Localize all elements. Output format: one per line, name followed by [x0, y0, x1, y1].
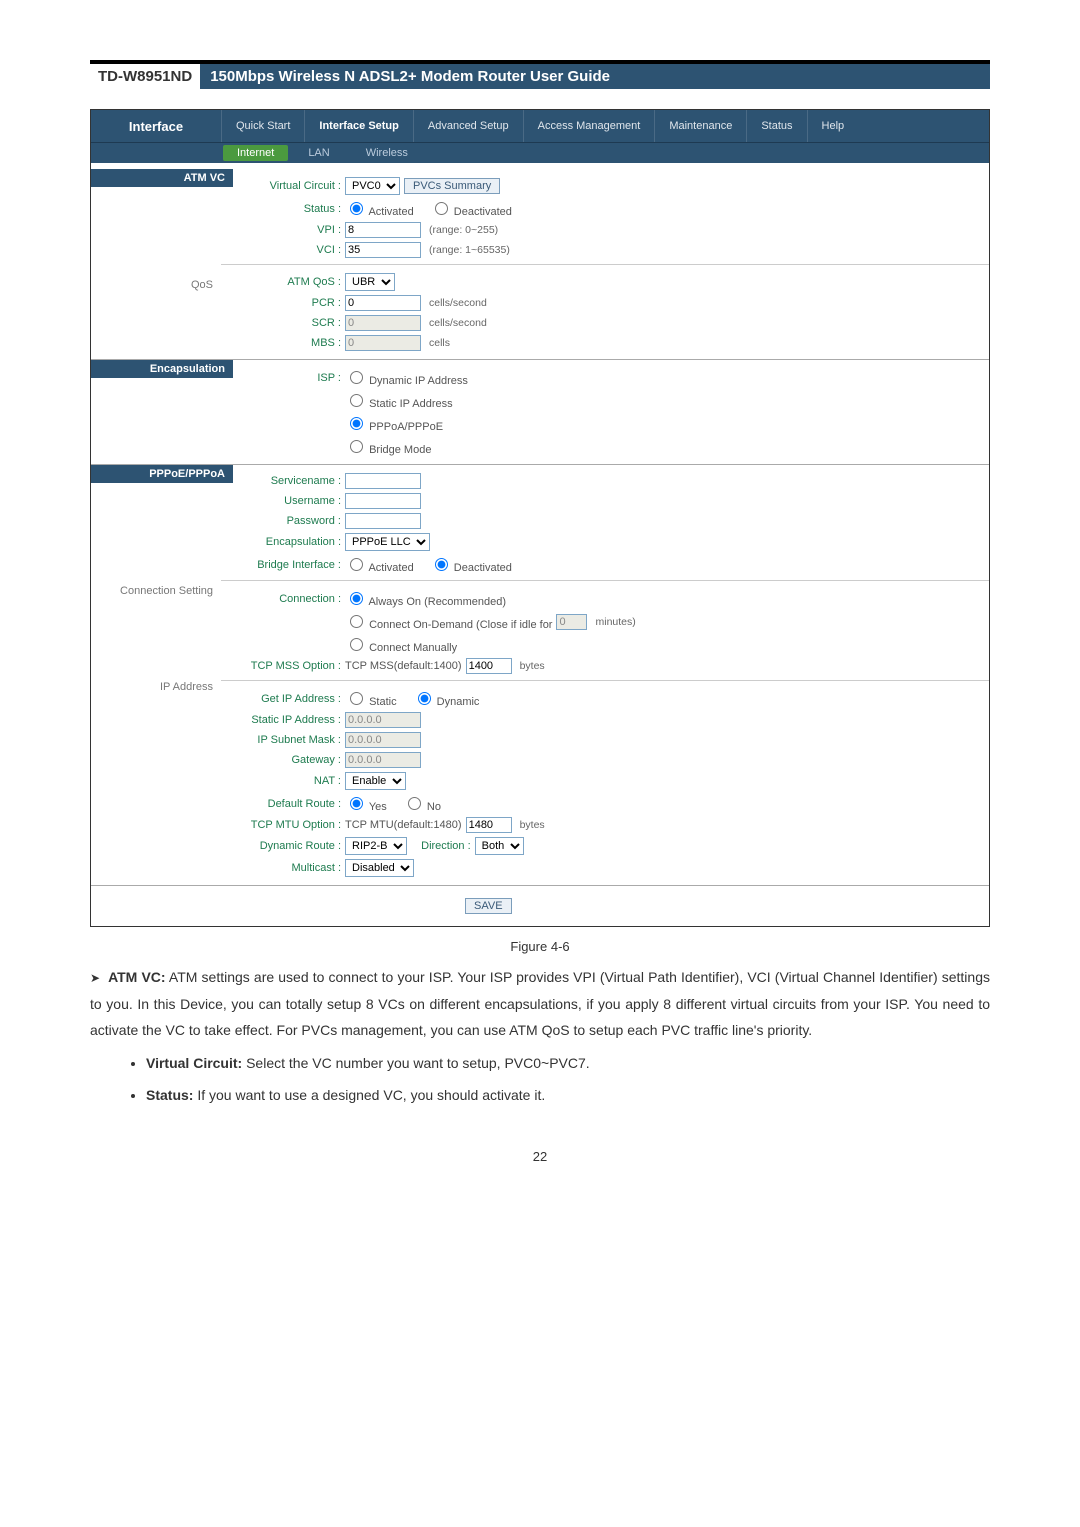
- sub-nav: Internet LAN Wireless: [91, 142, 989, 163]
- section-atm-vc: ATM VC: [91, 169, 233, 187]
- pcr-label: PCR :: [221, 297, 345, 309]
- bullet-status: Status: If you want to use a designed VC…: [146, 1082, 990, 1109]
- subnet-label: IP Subnet Mask :: [221, 734, 345, 746]
- doc-header: TD-W8951ND 150Mbps Wireless N ADSL2+ Mod…: [90, 60, 990, 89]
- isp-bridge-radio[interactable]: Bridge Mode: [345, 437, 431, 456]
- doc-body-text: ATM VC: ATM settings are used to connect…: [90, 964, 990, 1109]
- direction-select[interactable]: Both: [475, 837, 524, 855]
- username-label: Username :: [221, 495, 345, 507]
- droute-yes-radio[interactable]: Yes: [345, 794, 387, 813]
- nav-quick-start[interactable]: Quick Start: [222, 110, 305, 142]
- bullet-virtual-circuit: Virtual Circuit: Select the VC number yo…: [146, 1050, 990, 1077]
- vc-label: Virtual Circuit :: [221, 180, 345, 192]
- droute-label: Default Route :: [221, 798, 345, 810]
- isp-dynamic-radio[interactable]: Dynamic IP Address: [345, 368, 468, 387]
- conn-always-radio[interactable]: Always On (Recommended): [345, 589, 506, 608]
- encapsulation-label: Encapsulation :: [221, 536, 345, 548]
- status-label: Status :: [221, 203, 345, 215]
- subnav-wireless[interactable]: Wireless: [348, 143, 426, 163]
- nat-label: NAT :: [221, 775, 345, 787]
- bridge-activated-radio[interactable]: Activated: [345, 555, 414, 574]
- servicename-label: Servicename :: [221, 475, 345, 487]
- nav-status[interactable]: Status: [747, 110, 807, 142]
- page-number: 22: [90, 1149, 990, 1164]
- doc-title: 150Mbps Wireless N ADSL2+ Modem Router U…: [200, 64, 990, 89]
- username-input[interactable]: [345, 493, 421, 509]
- status-activated-radio[interactable]: Activated: [345, 199, 414, 218]
- droute-no-radio[interactable]: No: [403, 794, 441, 813]
- multicast-label: Multicast :: [221, 862, 345, 874]
- subnav-internet[interactable]: Internet: [223, 145, 288, 161]
- staticip-input: [345, 712, 421, 728]
- bridge-deactivated-radio[interactable]: Deactivated: [430, 555, 512, 574]
- bridge-if-label: Bridge Interface :: [221, 559, 345, 571]
- section-encapsulation: Encapsulation: [91, 360, 233, 378]
- conn-manual-radio[interactable]: Connect Manually: [345, 635, 457, 654]
- mbs-label: MBS :: [221, 337, 345, 349]
- getip-label: Get IP Address :: [221, 693, 345, 705]
- subnav-lan[interactable]: LAN: [290, 143, 347, 163]
- atmqos-select[interactable]: UBR: [345, 273, 395, 291]
- side-conn: Connection Setting: [91, 583, 221, 599]
- conn-demand-radio[interactable]: Connect On-Demand (Close if idle for: [345, 612, 552, 631]
- nat-select[interactable]: Enable: [345, 772, 406, 790]
- status-deactivated-radio[interactable]: Deactivated: [430, 199, 512, 218]
- nav-help[interactable]: Help: [808, 110, 859, 142]
- scr-label: SCR :: [221, 317, 345, 329]
- side-qos: QoS: [91, 277, 221, 293]
- primary-nav: Interface Quick Start Interface Setup Ad…: [91, 110, 989, 142]
- servicename-input[interactable]: [345, 473, 421, 489]
- getip-static-radio[interactable]: Static: [345, 689, 397, 708]
- getip-dynamic-radio[interactable]: Dynamic: [413, 689, 480, 708]
- save-button[interactable]: SAVE: [465, 898, 512, 914]
- virtual-circuit-select[interactable]: PVC0: [345, 177, 400, 195]
- vci-label: VCI :: [221, 244, 345, 256]
- mss-input[interactable]: [466, 658, 512, 674]
- vpi-hint: (range: 0~255): [429, 224, 498, 236]
- router-ui-panel: Interface Quick Start Interface Setup Ad…: [90, 109, 990, 927]
- nav-interface-setup[interactable]: Interface Setup: [305, 110, 413, 142]
- mtu-input[interactable]: [466, 817, 512, 833]
- nav-maintenance[interactable]: Maintenance: [655, 110, 747, 142]
- mss-label: TCP MSS Option :: [221, 660, 345, 672]
- scr-input: [345, 315, 421, 331]
- vpi-input[interactable]: [345, 222, 421, 238]
- pcr-input[interactable]: [345, 295, 421, 311]
- pvcs-summary-button[interactable]: PVCs Summary: [404, 178, 500, 194]
- isp-label: ISP :: [221, 372, 345, 384]
- encapsulation-select[interactable]: PPPoE LLC: [345, 533, 430, 551]
- gateway-label: Gateway :: [221, 754, 345, 766]
- connection-label: Connection :: [221, 593, 345, 605]
- vci-input[interactable]: [345, 242, 421, 258]
- vpi-label: VPI :: [221, 224, 345, 236]
- atmqos-label: ATM QoS :: [221, 276, 345, 288]
- nav-advanced-setup[interactable]: Advanced Setup: [414, 110, 524, 142]
- nav-access-management[interactable]: Access Management: [524, 110, 656, 142]
- section-pppoe: PPPoE/PPPoA: [91, 465, 233, 483]
- idle-minutes-input: [556, 614, 587, 630]
- side-ipaddr: IP Address: [91, 679, 221, 695]
- subnet-input: [345, 732, 421, 748]
- nav-side-label: Interface: [91, 110, 222, 142]
- password-label: Password :: [221, 515, 345, 527]
- mtu-label: TCP MTU Option :: [221, 819, 345, 831]
- staticip-label: Static IP Address :: [221, 714, 345, 726]
- isp-pppoe-radio[interactable]: PPPoA/PPPoE: [345, 414, 443, 433]
- dynroute-label: Dynamic Route :: [221, 840, 345, 852]
- vci-hint: (range: 1~65535): [429, 244, 510, 256]
- isp-static-radio[interactable]: Static IP Address: [345, 391, 453, 410]
- gateway-input: [345, 752, 421, 768]
- password-input[interactable]: [345, 513, 421, 529]
- mbs-input: [345, 335, 421, 351]
- doc-model: TD-W8951ND: [90, 64, 200, 89]
- multicast-select[interactable]: Disabled: [345, 859, 414, 877]
- dynroute-select[interactable]: RIP2-B: [345, 837, 407, 855]
- figure-caption: Figure 4-6: [90, 939, 990, 954]
